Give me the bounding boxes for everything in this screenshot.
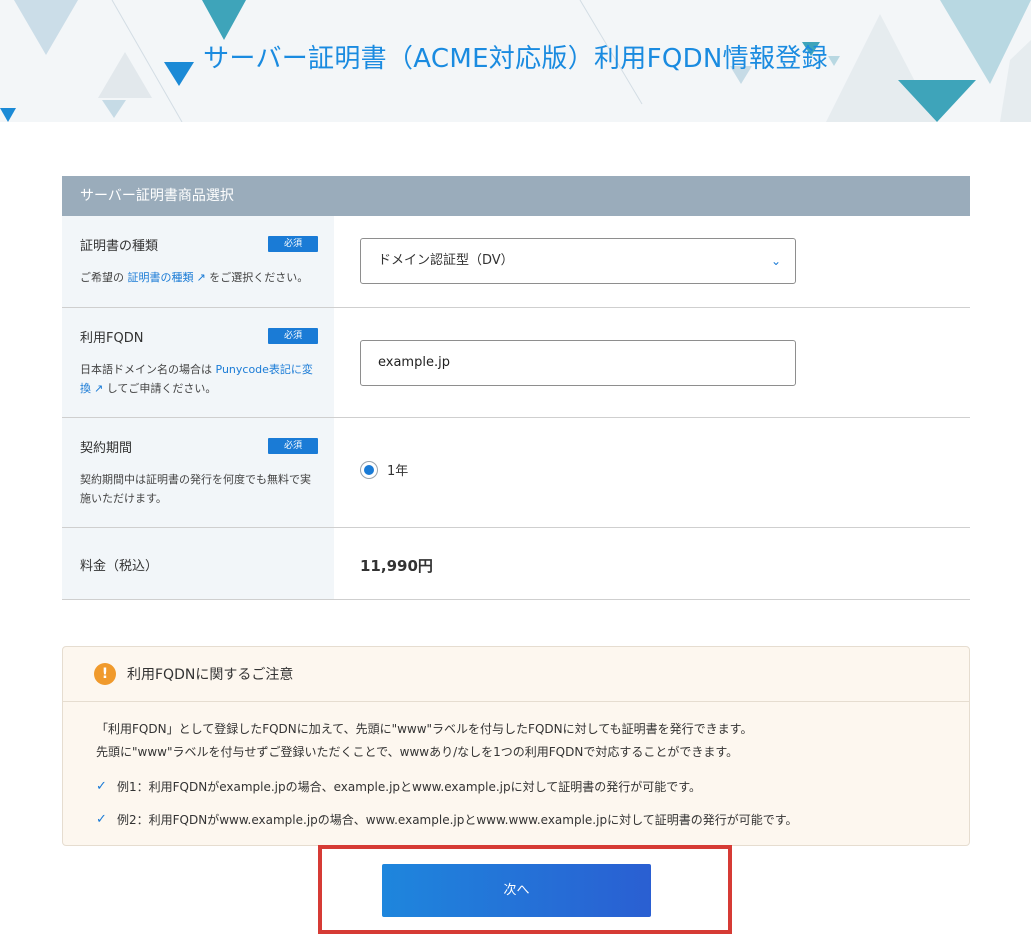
external-link-icon[interactable]: ↗ (197, 268, 206, 287)
notice-line-1: 「利用FQDN」として登録したFQDNに加えて、先頭に"www"ラベルを付与した… (96, 722, 753, 736)
period-radio-label[interactable]: 1年 (387, 460, 408, 479)
cert-type-value-cell: ドメイン認証型（DV） ⌄ (334, 216, 970, 307)
cert-type-select[interactable]: ドメイン認証型（DV） ⌄ (360, 238, 796, 284)
fqdn-description: 日本語ドメイン名の場合は Punycode表記に変換 ↗ してご申請ください。 (80, 360, 318, 398)
fqdn-desc-suffix: してご申請ください。 (106, 382, 217, 395)
period-description: 契約期間中は証明書の発行を何度でも無料で実施いただけます。 (80, 473, 311, 505)
notice-title: 利用FQDNに関するご注意 (127, 667, 294, 683)
cert-type-selected-value: ドメイン認証型（DV） (378, 253, 514, 268)
page-title: サーバー証明書（ACME対応版）利用FQDN情報登録 (203, 44, 828, 74)
form-section-title: サーバー証明書商品選択 (62, 176, 970, 216)
period-option-1year[interactable]: 1年 (360, 460, 408, 479)
cert-type-row: 証明書の種類 必須 ご希望の 証明書の種類 ↗ をご選択ください。 ドメイン認証型… (62, 216, 970, 308)
chevron-down-icon: ⌄ (770, 254, 781, 268)
fqdn-label-cell: 利用FQDN 必須 日本語ドメイン名の場合は Punycode表記に変換 ↗ して… (62, 308, 334, 417)
period-label-cell: 契約期間 必須 契約期間中は証明書の発行を何度でも無料で実施いただけます。 (62, 418, 334, 527)
period-row: 契約期間 必須 契約期間中は証明書の発行を何度でも無料で実施いただけます。 1年 (62, 418, 970, 528)
cert-type-label-cell: 証明書の種類 必須 ご希望の 証明書の種類 ↗ をご選択ください。 (62, 216, 334, 307)
check-icon: ✓ (96, 779, 107, 794)
required-badge: 必須 (268, 236, 318, 252)
period-value-cell: 1年 (334, 418, 970, 527)
price-value: 11,990円 (360, 557, 433, 575)
exclamation-icon: ! (94, 663, 116, 685)
cert-type-description: ご希望の 証明書の種類 ↗ をご選択ください。 (80, 268, 318, 287)
fqdn-input[interactable]: example.jp (360, 340, 796, 386)
required-badge: 必須 (268, 438, 318, 454)
cert-type-link[interactable]: 証明書の種類 (128, 271, 194, 284)
cert-type-desc-suffix: をご選択ください。 (209, 271, 309, 284)
page-header: サーバー証明書（ACME対応版）利用FQDN情報登録 (0, 0, 1031, 122)
product-selection-form: サーバー証明書商品選択 証明書の種類 必須 ご希望の 証明書の種類 ↗ をご選択く… (62, 176, 970, 600)
fqdn-value-cell: example.jp (334, 308, 970, 417)
notice-header: ! 利用FQDNに関するご注意 (63, 647, 969, 702)
period-radio[interactable] (360, 460, 378, 479)
price-value-cell: 11,990円 (334, 528, 970, 599)
next-button[interactable]: 次へ (382, 864, 651, 917)
fqdn-notice: ! 利用FQDNに関するご注意 「利用FQDN」として登録したFQDNに加えて、… (62, 646, 970, 846)
price-label-cell: 料金（税込） (62, 528, 334, 599)
notice-example-1-text: 例1：利用FQDNがexample.jpの場合、example.jpとwww.e… (117, 780, 702, 794)
price-label: 料金（税込） (80, 559, 159, 574)
notice-line-2: 先頭に"www"ラベルを付与せずご登録いただくことで、wwwあり/なしを1つの利… (96, 745, 739, 759)
notice-body: 「利用FQDN」として登録したFQDNに加えて、先頭に"www"ラベルを付与した… (63, 702, 969, 831)
price-row: 料金（税込） 11,990円 (62, 528, 970, 600)
external-link-icon[interactable]: ↗ (94, 379, 103, 398)
cert-type-desc-prefix: ご希望の (80, 271, 124, 284)
notice-example-2: ✓ 例2：利用FQDNがwww.example.jpの場合、www.exampl… (96, 809, 969, 831)
notice-example-2-text: 例2：利用FQDNがwww.example.jpの場合、www.example.… (117, 813, 798, 827)
check-icon: ✓ (96, 812, 107, 827)
required-badge: 必須 (268, 328, 318, 344)
fqdn-desc-prefix: 日本語ドメイン名の場合は (80, 363, 212, 376)
notice-example-1: ✓ 例1：利用FQDNがexample.jpの場合、example.jpとwww… (96, 776, 969, 798)
fqdn-row: 利用FQDN 必須 日本語ドメイン名の場合は Punycode表記に変換 ↗ して… (62, 308, 970, 418)
